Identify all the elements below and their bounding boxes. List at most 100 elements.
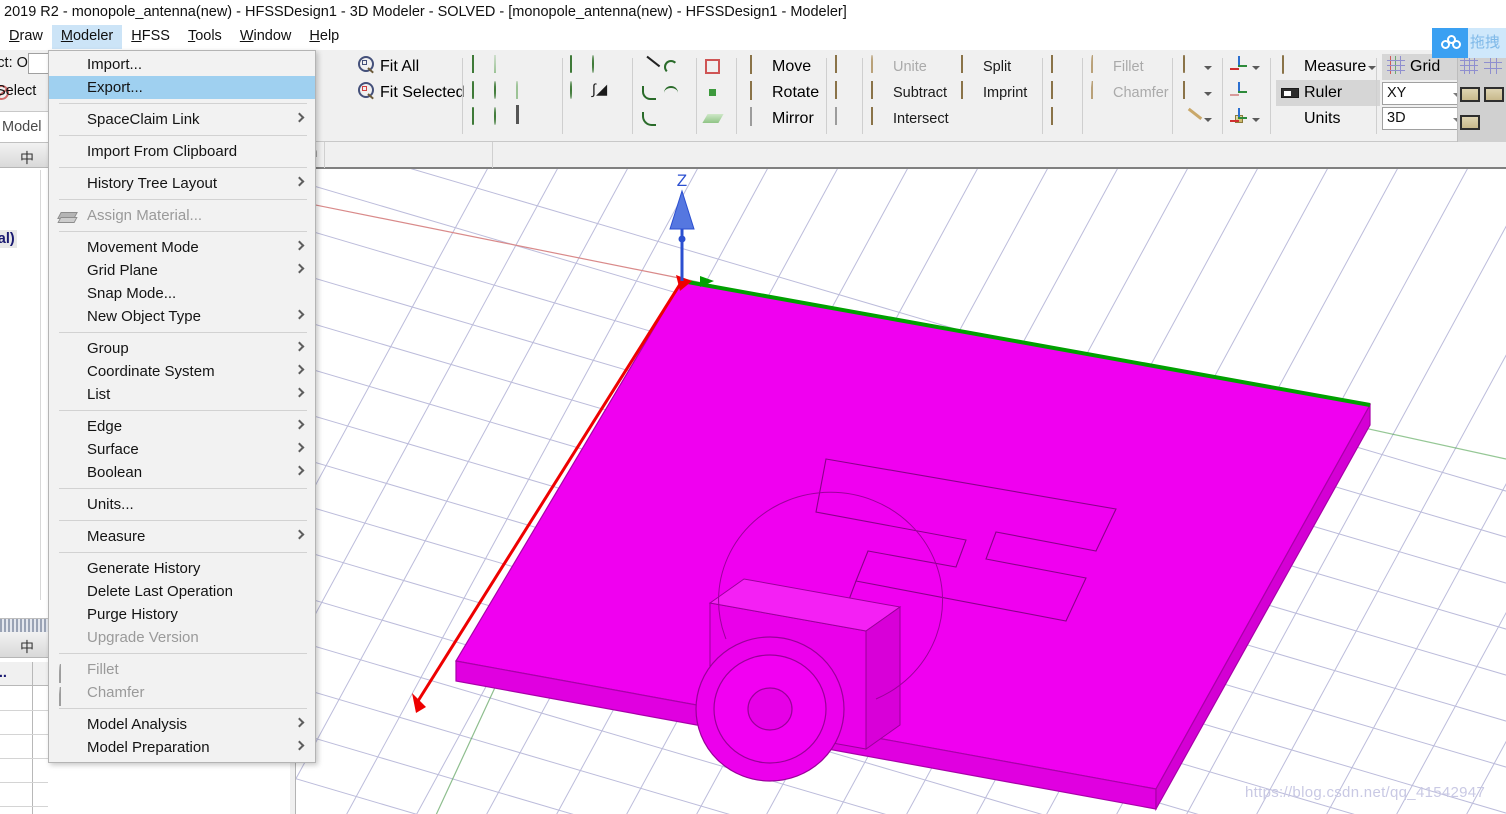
create-region-icon[interactable] [702, 56, 724, 78]
menu-item-grid-plane[interactable]: Grid Plane [49, 259, 315, 282]
properties-pin-icon[interactable]: 中 [20, 637, 34, 657]
select-edges-dropdown-arrow[interactable] [1204, 115, 1213, 124]
tree-selected-node[interactable]: minal) [0, 230, 17, 248]
global-cs-dropdown-arrow[interactable] [1252, 63, 1261, 72]
menu-item-export[interactable]: Export... [49, 76, 315, 99]
pin-icon[interactable]: 中 [20, 148, 34, 168]
global-cs-icon[interactable] [1228, 56, 1250, 78]
menu-hfss[interactable]: HFSS [122, 25, 179, 49]
fit-selected-button[interactable]: Fit Selected [352, 80, 467, 106]
chamfer-button[interactable]: Chamfer [1088, 80, 1169, 106]
menu-item-spaceclaim-link[interactable]: SpaceClaim Link [49, 108, 315, 131]
draw-bondwire-icon[interactable] [514, 81, 536, 104]
menu-item-coordinate-system[interactable]: Coordinate System [49, 360, 315, 383]
draw-ellipse-icon[interactable] [590, 55, 612, 78]
intersect-button[interactable]: Intersect [868, 106, 949, 132]
menu-item-generate-history[interactable]: Generate History [49, 557, 315, 580]
draw-rectangle-icon[interactable] [568, 55, 590, 78]
move-button[interactable]: Move [744, 54, 822, 80]
menu-modeler[interactable]: Modeler [51, 25, 123, 49]
section-icon[interactable] [1048, 107, 1070, 130]
draw-center-point-arc-icon[interactable] [638, 108, 660, 130]
view-window-icon[interactable] [1460, 84, 1482, 106]
menu-window[interactable]: Window [231, 25, 301, 49]
draw-torus-icon[interactable] [492, 107, 514, 130]
menu-item-purge-history[interactable]: Purge History [49, 603, 315, 626]
menu-item-measure[interactable]: Measure [49, 525, 315, 548]
draw-point-icon[interactable] [702, 82, 724, 104]
menu-item-history-tree-layout[interactable]: History Tree Layout [49, 172, 315, 195]
fit-all-button[interactable]: Fit All [352, 54, 467, 80]
menu-item-import-from-clipboard[interactable]: Import From Clipboard [49, 140, 315, 163]
properties-column-divider[interactable] [32, 662, 33, 814]
sweep-along-vector-icon[interactable] [1048, 55, 1070, 78]
menu-item-units[interactable]: Units... [49, 493, 315, 516]
fillet-button[interactable]: Fillet [1088, 54, 1169, 80]
screen-capture-overlay[interactable]: 拖拽 [1432, 28, 1506, 58]
3d-viewport[interactable]: Z [296, 168, 1506, 814]
duplicate-along-line-icon[interactable] [832, 55, 854, 78]
select-objects-icon[interactable] [1180, 55, 1202, 78]
menu-item-group[interactable]: Group [49, 337, 315, 360]
rotate-button[interactable]: Rotate [744, 80, 822, 106]
modeler-dropdown-menu[interactable]: Import... Export... SpaceClaim Link Import … [48, 50, 316, 763]
menu-draw[interactable]: Draw [0, 25, 52, 49]
split-button[interactable]: Split [958, 54, 1027, 80]
draw-plane-icon[interactable] [702, 108, 724, 130]
select-faces-icon[interactable] [1180, 81, 1202, 104]
grid-visibility-icon[interactable] [1484, 56, 1506, 78]
draw-regular-polygon-icon[interactable] [568, 108, 590, 130]
menu-tools[interactable]: Tools [179, 25, 231, 49]
duplicate-around-axis-icon[interactable] [832, 81, 854, 104]
select-objects-dropdown-arrow[interactable] [1204, 63, 1213, 72]
select-faces-dropdown-arrow[interactable] [1204, 89, 1213, 98]
subtract-button[interactable]: Subtract [868, 80, 949, 106]
select-type-combo[interactable] [28, 53, 48, 74]
draw-arc-3point-icon[interactable] [660, 82, 682, 104]
grid-settings-icon[interactable] [1460, 56, 1482, 78]
menu-item-import[interactable]: Import... [49, 53, 315, 76]
duplicate-mirror-icon[interactable] [832, 107, 854, 130]
measure-button[interactable]: Measure [1276, 54, 1380, 80]
menu-help[interactable]: Help [300, 25, 348, 49]
imprint-button[interactable]: Imprint [958, 80, 1027, 106]
unite-button[interactable]: Unite [868, 54, 949, 80]
menu-item-edge[interactable]: Edge [49, 415, 315, 438]
draw-cylinder-icon[interactable] [470, 81, 492, 104]
draw-equation-surface-icon[interactable]: ∫◢ [590, 82, 612, 104]
draw-regular-polyhedron-icon[interactable] [470, 107, 492, 130]
draw-arc-center-icon[interactable] [660, 56, 682, 78]
menu-item-movement-mode[interactable]: Movement Mode [49, 236, 315, 259]
draw-line-icon[interactable] [637, 55, 661, 79]
sweep-around-axis-icon[interactable] [1048, 81, 1070, 104]
object-cs-dropdown-arrow[interactable] [1252, 115, 1261, 124]
select-edges-icon[interactable] [1179, 107, 1203, 131]
units-button[interactable]: Units [1276, 106, 1380, 132]
draw-box-icon[interactable] [470, 55, 492, 78]
ruler-button[interactable]: Ruler [1276, 80, 1381, 106]
draw-sphere-icon[interactable] [492, 81, 514, 104]
menu-item-label: Chamfer [87, 684, 145, 701]
menu-item-surface[interactable]: Surface [49, 438, 315, 461]
draw-circle-icon[interactable] [568, 81, 590, 104]
properties-splitter[interactable] [0, 618, 48, 632]
menu-item-model-analysis[interactable]: Model Analysis [49, 713, 315, 736]
menu-item-list[interactable]: List [49, 383, 315, 406]
object-cs-icon[interactable] [1228, 108, 1250, 130]
menu-item-model-preparation[interactable]: Model Preparation [49, 736, 315, 759]
face-cs-icon[interactable] [1228, 82, 1250, 104]
menu-item-boolean[interactable]: Boolean [49, 461, 315, 484]
menu-item-delete-last-operation[interactable]: Delete Last Operation [49, 580, 315, 603]
menu-item-new-object-type[interactable]: New Object Type [49, 305, 315, 328]
mirror-button[interactable]: Mirror [744, 106, 822, 132]
draw-polyline-3d-icon[interactable] [514, 105, 536, 130]
draw-cone-icon[interactable] [492, 55, 514, 78]
menu-item-snap-mode[interactable]: Snap Mode... [49, 282, 315, 305]
capture-cloud-icon[interactable] [1432, 28, 1468, 58]
capture-drag-label[interactable]: 拖拽 [1468, 28, 1506, 58]
draw-spline-icon[interactable] [638, 82, 660, 104]
view-window-top-icon[interactable] [1460, 112, 1482, 134]
draw-helix-icon[interactable] [514, 56, 536, 78]
view-window-2-icon[interactable] [1484, 84, 1506, 106]
project-tab-model[interactable]: Model [0, 113, 48, 141]
